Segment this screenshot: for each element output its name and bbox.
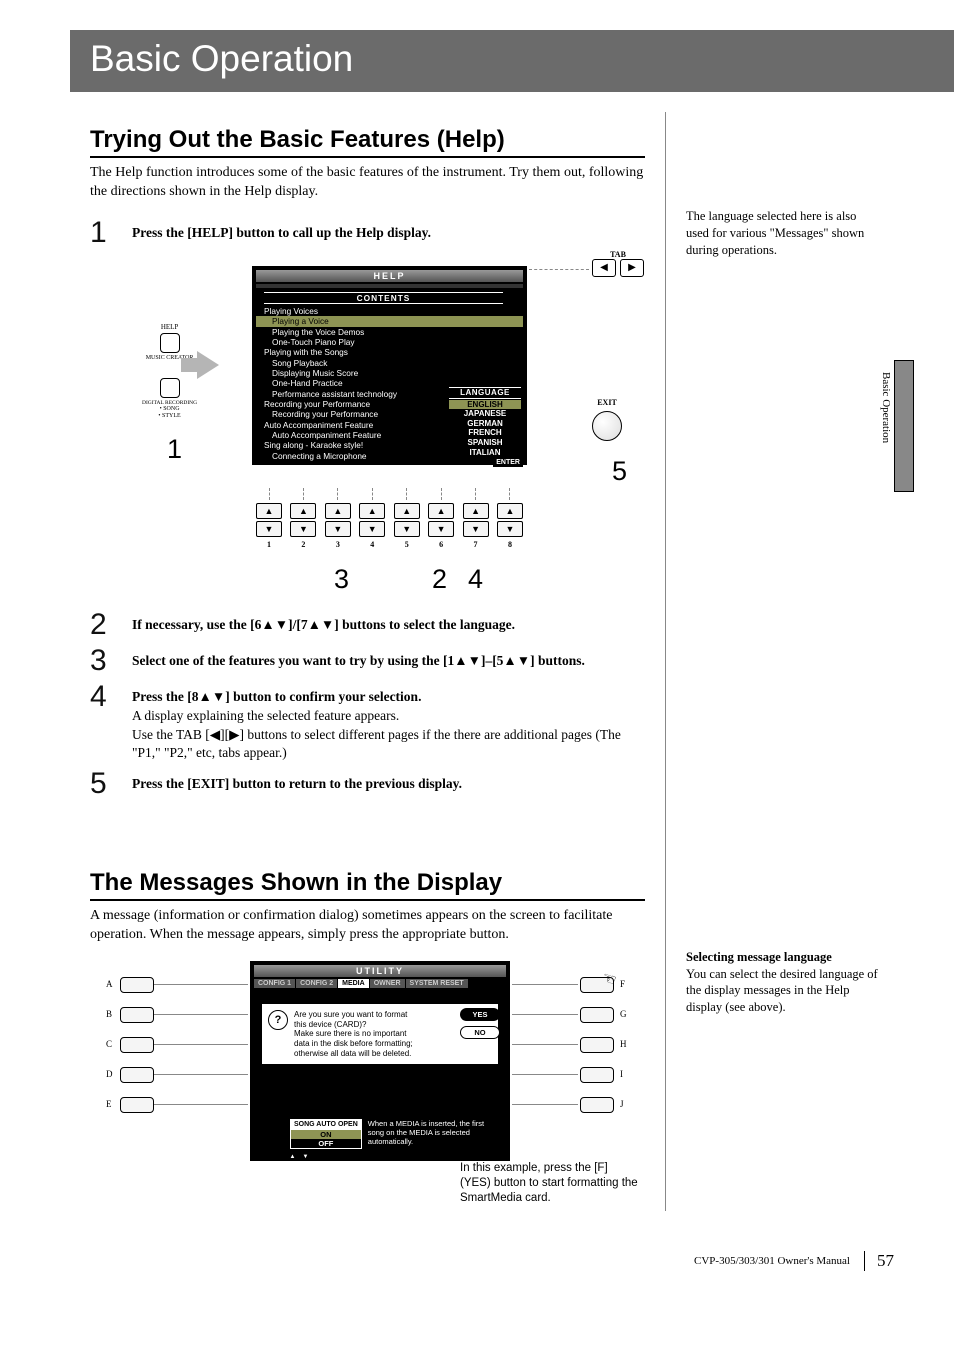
exit-button[interactable] [592,411,622,441]
arrow-icon [197,351,219,379]
step-text: Press the [8▲▼] button to confirm your s… [132,689,421,704]
step-2: 2 If necessary, use the [6▲▼]/[7▲▼] butt… [90,610,645,640]
section-heading-help: Trying Out the Basic Features (Help) [90,126,645,158]
message-dialog: ? Are you sure you want to format this d… [262,1004,498,1064]
step-number: 5 [90,769,132,799]
step-number: 2 [90,610,132,640]
exit-button-group: EXIT [592,398,622,441]
section-intro: The Help function introduces some of the… [90,164,645,202]
utility-lcd-screen: UTILITY CONFIG 1CONFIG 2MEDIAOWNERSYSTEM… [250,961,510,1161]
chapter-banner: Basic Operation [70,30,954,92]
step-text: Select one of the features you want to t… [132,653,585,668]
step-text: Use the TAB [◀][▶] buttons to select dif… [132,727,621,761]
step-number: 3 [90,646,132,676]
step-text: A display explaining the selected featur… [132,708,399,723]
step-4: 4 Press the [8▲▼] button to confirm your… [90,682,645,764]
side-note: The language selected here is also used … [686,208,881,259]
page-footer: CVP-305/303/301 Owner's Manual 57 [90,1251,894,1271]
panel-1-8-buttons: ▲▼1▲▼2▲▼3▲▼4▲▼5▲▼6▲▼7▲▼8 [252,480,527,549]
manual-title: CVP-305/303/301 Owner's Manual [694,1255,850,1267]
section-intro: A message (information or confirmation d… [90,907,645,945]
step-number: 4 [90,682,132,764]
side-note-title: Selecting message language [686,949,881,966]
step-5: 5 Press the [EXIT] button to return to t… [90,769,645,799]
help-lcd-screen: HELP CONTENTS Playing VoicesPlaying a Vo… [252,266,527,465]
tab-right-button[interactable]: ▶ [620,259,644,277]
step-text: Press the [EXIT] button to return to the… [132,776,462,791]
step-text: Press the [HELP] button to call up the H… [132,225,431,240]
help-figure: HELP MUSIC CREATOR DIGITAL RECORDING • S… [132,256,632,596]
step-1: 1 Press the [HELP] button to call up the… [90,218,645,248]
callout-3: 3 [334,564,349,595]
callout-5: 5 [612,456,627,487]
page-number: 57 [864,1251,894,1271]
no-button[interactable]: NO [460,1026,500,1039]
yes-button[interactable]: YES [460,1008,500,1021]
side-note: You can select the desired language of t… [686,966,881,1017]
tab-buttons: TAB ◀ ▶ [592,250,644,277]
step-number: 1 [90,218,132,248]
utility-figure: ABCDE FGHIJ☜ UTILITY CONFIG 1CONFIG 2MED… [100,961,640,1211]
callout-1: 1 [167,434,182,465]
section-heading-messages: The Messages Shown in the Display [90,869,645,901]
callout-2: 2 [432,564,447,595]
step-3: 3 Select one of the features you want to… [90,646,645,676]
thumb-tab [894,360,914,492]
tab-left-button[interactable]: ◀ [592,259,616,277]
figure-caption: In this example, press the [F] (YES) but… [460,1161,640,1206]
question-icon: ? [268,1010,288,1030]
thumb-tab-label: Basic Operation [880,372,892,443]
step-text: If necessary, use the [6▲▼]/[7▲▼] button… [132,617,515,632]
callout-4: 4 [468,564,483,595]
